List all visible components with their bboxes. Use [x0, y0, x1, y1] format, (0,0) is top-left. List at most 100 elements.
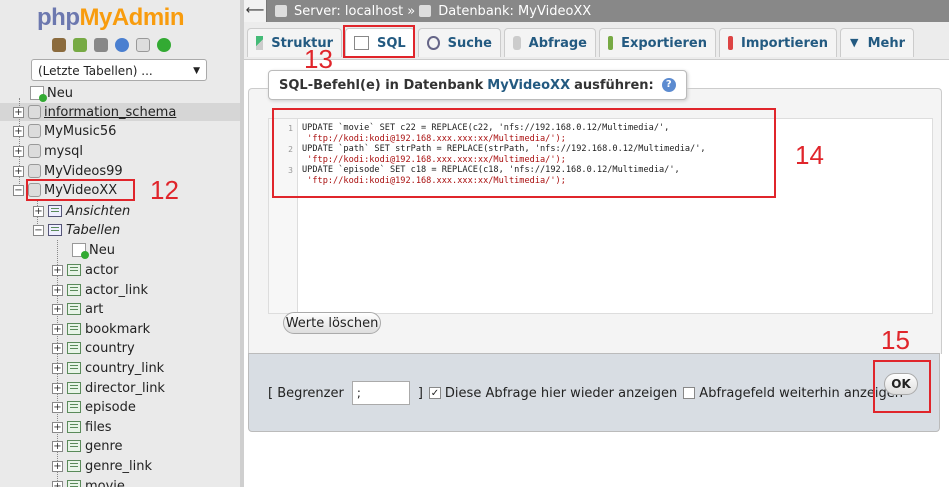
collapse-icon[interactable]: −: [13, 184, 24, 196]
expand-icon[interactable]: +: [33, 205, 44, 217]
structure-icon: [256, 36, 264, 50]
tree-table-item[interactable]: + files: [52, 418, 112, 436]
tree-db-mymusic56[interactable]: + MyMusic56: [13, 122, 116, 140]
table-icon: [67, 440, 81, 452]
new-icon: [30, 86, 47, 102]
view-icon: [48, 205, 62, 217]
expand-icon[interactable]: +: [52, 440, 63, 452]
show-query-checkbox[interactable]: ✓: [428, 387, 441, 399]
recent-tables-select[interactable]: (Letzte Tabellen) ... ▼: [31, 59, 207, 81]
delimiter-input[interactable]: ;: [351, 381, 410, 405]
table-icon: [67, 362, 81, 374]
help-icon[interactable]: ?: [661, 78, 676, 92]
sql-query-window-icon[interactable]: [94, 38, 108, 52]
table-icon: [67, 303, 81, 315]
keep-box-checkbox[interactable]: [683, 387, 696, 399]
breadcrumb-server[interactable]: Server: localhost: [294, 4, 403, 19]
tree-db-myvideos99[interactable]: + MyVideos99: [13, 162, 123, 180]
table-icon: [67, 480, 81, 487]
sql-legend: SQL-Befehl(e) in Datenbank MyVideoXX aus…: [268, 70, 687, 100]
exit-icon[interactable]: [73, 38, 87, 52]
expand-icon[interactable]: +: [52, 323, 63, 335]
import-icon: [728, 36, 733, 50]
legend-database-link[interactable]: MyVideoXX: [487, 78, 570, 93]
sidebar-resize-handle[interactable]: [240, 0, 244, 487]
annotation-box-14: [272, 108, 776, 198]
tab-importieren[interactable]: Importieren: [719, 28, 837, 57]
tab-suche[interactable]: Suche: [418, 28, 501, 57]
expand-icon[interactable]: +: [52, 303, 63, 315]
tree-table-item[interactable]: + genre_link: [52, 457, 152, 475]
tree-table-item[interactable]: + actor_link: [52, 281, 148, 299]
annotation-label-14: 14: [795, 140, 824, 170]
expand-icon[interactable]: +: [13, 125, 24, 137]
tree-tables[interactable]: − Tabellen: [33, 221, 120, 239]
expand-icon[interactable]: +: [52, 460, 63, 472]
breadcrumb-bar: ⟵ Server: localhost » Datenbank: MyVideo…: [244, 0, 949, 22]
expand-icon[interactable]: +: [52, 342, 63, 354]
home-icon[interactable]: [52, 38, 66, 52]
tab-mehr[interactable]: ▼ Mehr: [840, 28, 914, 57]
collapse-icon[interactable]: −: [33, 224, 44, 236]
annotation-label-12: 12: [150, 175, 179, 205]
table-icon: [67, 342, 81, 354]
tables-icon: [48, 224, 62, 236]
expand-icon[interactable]: +: [13, 145, 24, 157]
docs-icon[interactable]: [115, 38, 129, 52]
export-icon: [608, 36, 614, 50]
tree-db-mysql[interactable]: + mysql: [13, 142, 83, 160]
expand-icon[interactable]: +: [52, 362, 63, 374]
search-icon: [427, 36, 440, 50]
settings-icon[interactable]: [136, 38, 150, 52]
expand-icon[interactable]: +: [52, 480, 63, 487]
tree-table-item[interactable]: + actor: [52, 261, 119, 279]
table-icon: [67, 421, 81, 433]
expand-icon[interactable]: +: [52, 284, 63, 296]
database-icon: [28, 124, 41, 138]
table-icon: [67, 284, 81, 296]
tree-views[interactable]: + Ansichten: [33, 202, 130, 220]
tree-table-item[interactable]: + country_link: [52, 359, 164, 377]
server-icon: [275, 5, 287, 17]
reload-icon[interactable]: [157, 38, 171, 52]
database-icon: [28, 164, 41, 178]
footer-options: [ Begrenzer ; ] ✓ Diese Abfrage hier wie…: [268, 381, 903, 405]
annotation-box-12: [26, 179, 135, 201]
table-icon: [67, 382, 81, 394]
annotation-box-13: [343, 25, 415, 58]
annotation-label-15: 15: [881, 325, 910, 355]
tree-new-database[interactable]: Neu: [30, 84, 73, 102]
tab-abfrage[interactable]: Abfrage: [504, 28, 596, 57]
tree-table-item[interactable]: + episode: [52, 398, 136, 416]
expand-icon[interactable]: +: [13, 165, 24, 177]
query-icon: [513, 36, 521, 50]
database-icon: [28, 105, 41, 119]
expand-icon[interactable]: +: [52, 401, 63, 413]
tree-table-item[interactable]: + genre: [52, 437, 123, 455]
expand-icon[interactable]: +: [52, 421, 63, 433]
tree-new-table[interactable]: Neu: [72, 241, 115, 259]
tree-table-item[interactable]: + bookmark: [52, 320, 150, 338]
tree-db-information-schema[interactable]: + information_schema: [13, 103, 176, 121]
tree-table-item[interactable]: + director_link: [52, 379, 165, 397]
expand-icon[interactable]: +: [13, 106, 24, 118]
table-icon: [67, 264, 81, 276]
table-icon: [67, 460, 81, 472]
annotation-box-15: [873, 360, 931, 413]
chevron-down-icon: ▼: [193, 66, 200, 76]
table-icon: [67, 323, 81, 335]
chevron-down-icon: ▼: [850, 36, 859, 49]
expand-icon[interactable]: +: [52, 382, 63, 394]
clear-values-button[interactable]: Werte löschen: [283, 312, 381, 334]
phpmyadmin-logo[interactable]: phpMyAdmin: [37, 4, 184, 32]
breadcrumb: Server: localhost » Datenbank: MyVideoXX: [275, 4, 591, 19]
collapse-nav-button[interactable]: ⟵: [244, 0, 267, 22]
expand-icon[interactable]: +: [52, 264, 63, 276]
breadcrumb-database[interactable]: Datenbank: MyVideoXX: [438, 4, 591, 19]
database-icon: [28, 144, 41, 158]
tree-table-item[interactable]: + art: [52, 300, 103, 318]
tree-table-item[interactable]: + movie: [52, 477, 125, 487]
tab-exportieren[interactable]: Exportieren: [599, 28, 716, 57]
tree-table-item[interactable]: + country: [52, 339, 135, 357]
table-icon: [67, 401, 81, 413]
